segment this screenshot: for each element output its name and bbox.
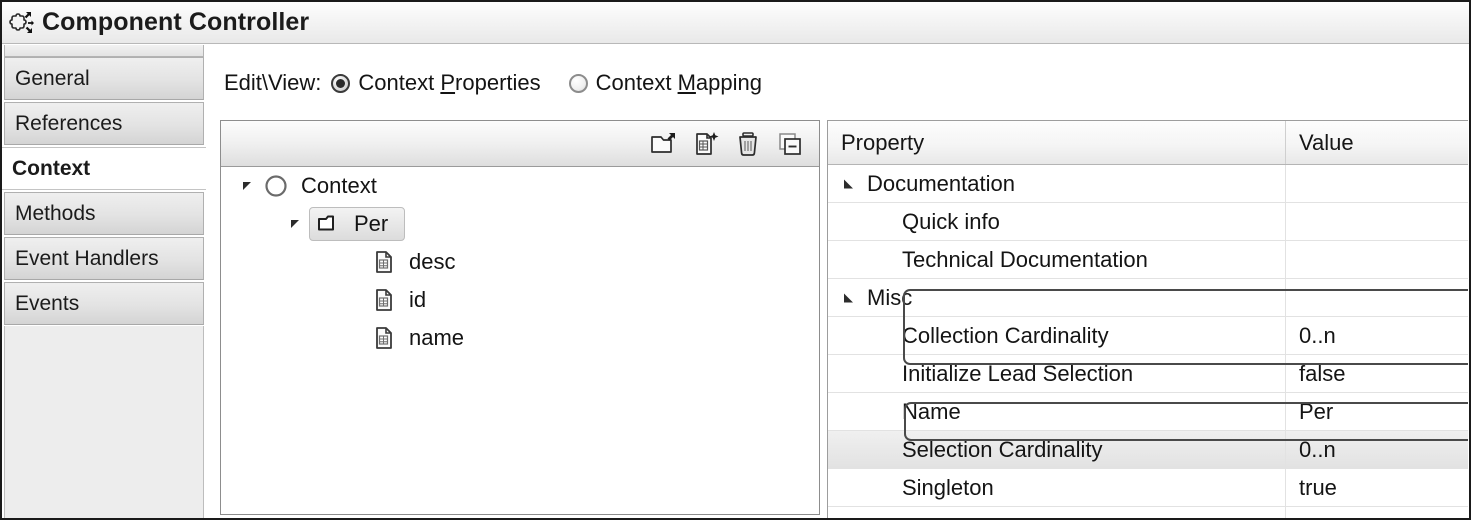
- table-row[interactable]: Collection Cardinality 0..n: [828, 317, 1468, 355]
- component-icon: [6, 8, 36, 38]
- radio-unselected-icon: [568, 73, 588, 93]
- property-name: Misc: [867, 284, 913, 310]
- sidebar-item-general[interactable]: General: [4, 57, 204, 100]
- sidebar-item-label: Event Handlers: [15, 246, 159, 270]
- delete-icon[interactable]: [731, 127, 765, 161]
- property-name: Selection Cardinality: [902, 436, 1103, 462]
- property-name: Quick info: [902, 208, 1000, 234]
- attribute-doc-icon: [369, 323, 399, 353]
- radio-context-mapping-label: Context Mapping: [595, 70, 762, 95]
- table-row-selected[interactable]: Selection Cardinality 0..n: [828, 431, 1468, 469]
- sidebar-item-label: Context: [12, 156, 91, 180]
- sidebar-item-event-handlers[interactable]: Event Handlers: [4, 237, 204, 280]
- window-title: Component Controller: [42, 8, 310, 36]
- window-titlebar: Component Controller: [2, 2, 1469, 44]
- radio-context-mapping[interactable]: Context Mapping: [568, 70, 762, 96]
- property-name: Initialize Lead Selection: [902, 360, 1134, 386]
- collapse-all-icon[interactable]: [773, 127, 807, 161]
- attribute-doc-icon: [369, 247, 399, 277]
- sidebar-item-events[interactable]: Events: [4, 282, 204, 325]
- context-circle-icon: [261, 171, 291, 201]
- property-name: Collection Cardinality: [902, 322, 1109, 348]
- tree-attribute-label: id: [409, 287, 427, 312]
- component-controller-window: Component Controller General References …: [0, 0, 1471, 520]
- node-folder-icon: [314, 209, 344, 239]
- properties-table-body: Documentation Quick info Technical Docum…: [828, 165, 1468, 518]
- tree-attribute-name[interactable]: name: [221, 319, 819, 357]
- editview-label: Edit\View:: [224, 70, 322, 95]
- table-row[interactable]: Quick info: [828, 203, 1468, 241]
- twisty-expanded-icon[interactable]: [283, 205, 309, 243]
- property-value[interactable]: [1286, 279, 1468, 316]
- property-value[interactable]: true: [1286, 469, 1468, 506]
- attribute-doc-icon: [369, 285, 399, 315]
- twisty-expanded-icon[interactable]: [844, 293, 853, 302]
- property-value[interactable]: 0..n: [1286, 431, 1468, 468]
- context-editor-main: Edit\View: Context Properties Context Ma…: [208, 45, 1469, 518]
- property-name: Documentation: [867, 170, 1015, 196]
- section-sidebar: General References Context Methods Event…: [2, 45, 208, 518]
- property-value[interactable]: [1286, 165, 1468, 202]
- radio-context-properties-label: Context Properties: [358, 70, 541, 95]
- table-row[interactable]: Misc: [828, 279, 1468, 317]
- sidebar-item-label: Events: [15, 291, 80, 315]
- editview-row: Edit\View: Context Properties Context Ma…: [224, 67, 790, 99]
- property-value[interactable]: 0..n: [1286, 317, 1468, 354]
- context-tree-panel: Context Per desc id name: [220, 120, 820, 515]
- property-value[interactable]: [1286, 203, 1468, 240]
- properties-table-header: Property Value: [828, 121, 1468, 165]
- table-row[interactable]: Documentation: [828, 165, 1468, 203]
- twisty-expanded-icon[interactable]: [844, 179, 853, 188]
- sidebar-empty-area: [4, 326, 204, 518]
- property-value[interactable]: [1286, 507, 1468, 518]
- tree-attribute-id[interactable]: id: [221, 281, 819, 319]
- new-attribute-icon[interactable]: [689, 127, 723, 161]
- tree-attribute-label: name: [409, 325, 465, 350]
- tree-node-context[interactable]: Context: [221, 167, 819, 205]
- property-name: Singleton: [902, 474, 994, 500]
- tree-attribute-label: desc: [409, 249, 456, 274]
- tree-node-selected-highlight[interactable]: Per: [309, 207, 406, 241]
- property-value[interactable]: false: [1286, 355, 1468, 392]
- tree-node-label: Context: [301, 173, 377, 198]
- properties-table: Property Value Documentation Quick info: [827, 120, 1468, 518]
- tree-toolbar: [221, 121, 819, 167]
- context-tree[interactable]: Context Per desc id name: [221, 167, 819, 514]
- column-header-property[interactable]: Property: [828, 121, 1286, 164]
- property-name: Name: [902, 398, 961, 424]
- property-name: Technical Documentation: [902, 246, 1148, 272]
- twisty-expanded-icon[interactable]: [235, 167, 261, 205]
- sidebar-item-context[interactable]: Context: [2, 147, 206, 190]
- table-row[interactable]: Singleton true: [828, 469, 1468, 507]
- tree-node-per[interactable]: Per: [221, 205, 819, 243]
- sidebar-item-label: Methods: [15, 201, 96, 225]
- property-value[interactable]: [1286, 241, 1468, 278]
- table-row[interactable]: Name Per: [828, 393, 1468, 431]
- sidebar-item-references[interactable]: References: [4, 102, 204, 145]
- sidebar-item-methods[interactable]: Methods: [4, 192, 204, 235]
- sidebar-item-label: References: [15, 111, 123, 135]
- radio-selected-icon: [331, 73, 351, 93]
- table-row[interactable]: Initialize Lead Selection false: [828, 355, 1468, 393]
- radio-context-properties[interactable]: Context Properties: [331, 70, 541, 96]
- table-row[interactable]: Technical Documentation: [828, 241, 1468, 279]
- property-value[interactable]: Per: [1286, 393, 1468, 430]
- table-row[interactable]: [828, 507, 1468, 518]
- sidebar-top-stub: [4, 45, 204, 57]
- new-node-icon[interactable]: [647, 127, 681, 161]
- column-header-value[interactable]: Value: [1286, 121, 1468, 164]
- sidebar-item-label: General: [15, 66, 90, 90]
- tree-node-label: Per: [354, 211, 389, 236]
- tree-attribute-desc[interactable]: desc: [221, 243, 819, 281]
